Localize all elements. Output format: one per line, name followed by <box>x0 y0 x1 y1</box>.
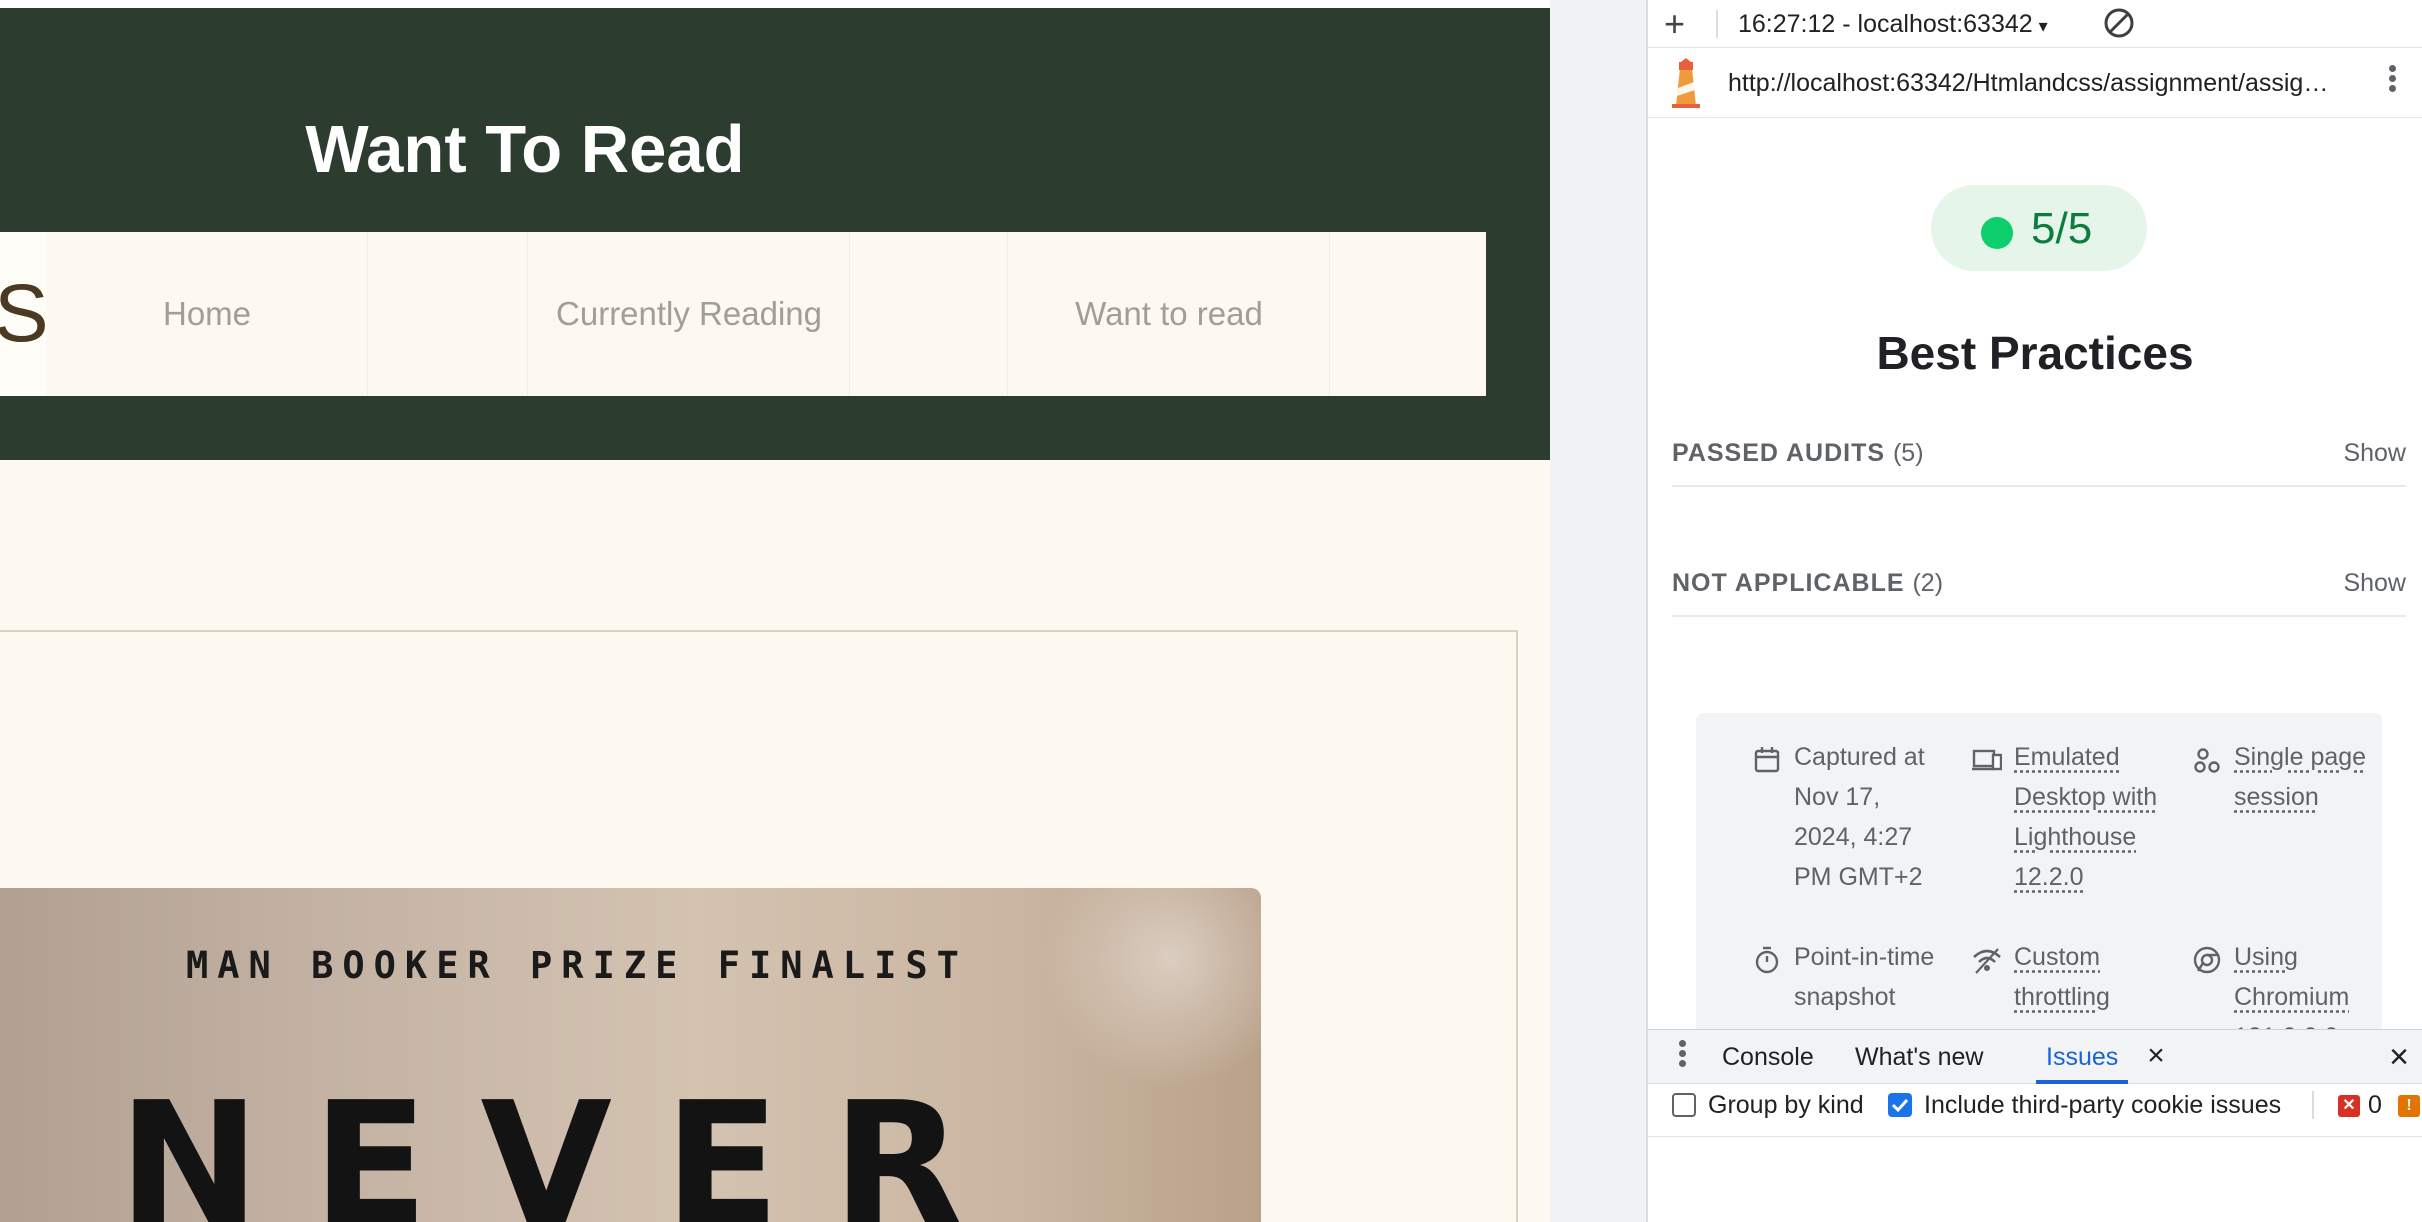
nav-cell <box>368 232 528 396</box>
score-value: 5/5 <box>2031 204 2093 253</box>
third-party-cookie-checkbox[interactable] <box>1888 1093 1912 1117</box>
third-party-cookie-label: Include third-party cookie issues <box>1924 1091 2282 1119</box>
category-title: Best Practices <box>1876 327 2194 379</box>
lighthouse-url-bar: http://localhost:63342/Htmlandcss/assign… <box>1648 48 2422 118</box>
viewport-gutter <box>1550 0 1647 1222</box>
issues-toolbar: Group by kind Include third-party cookie… <box>1648 1085 2422 1135</box>
nav-link-currently-reading[interactable]: Currently Reading <box>528 232 850 396</box>
book-cover-title: NEVER <box>118 1066 1016 1222</box>
website-viewport: Want To Read S Home Currently Reading Wa… <box>0 0 1550 1222</box>
toolbar-divider <box>1716 10 1718 38</box>
nav-cell <box>850 232 1008 396</box>
nav-link-home[interactable]: Home <box>46 232 368 396</box>
audit-group-label: PASSED AUDITS (5) <box>1672 437 1924 469</box>
close-drawer-icon[interactable]: × <box>2384 1040 2414 1074</box>
book-cover-image[interactable]: MAN BOOKER PRIZE FINALIST NEVER <box>0 888 1261 1222</box>
devices-icon <box>1972 749 2002 771</box>
timer-icon <box>1755 946 1779 974</box>
site-title: Want To Read <box>305 112 745 187</box>
env-captured-text: Captured at Nov 17, 2024, 4:27 PM GMT+2 <box>1794 743 1925 891</box>
group-by-kind-checkbox[interactable] <box>1672 1093 1696 1117</box>
viewport-top-strip <box>0 0 1550 8</box>
devtools-panel: + 16:27:12 - localhost:63342 ▾ http://loc… <box>1648 0 2422 1222</box>
lighthouse-icon <box>1672 58 1700 108</box>
book-cover-tagline: MAN BOOKER PRIZE FINALIST <box>186 944 968 987</box>
report-selector-label: 16:27:12 - localhost:63342 <box>1738 10 2033 38</box>
nav-logo-fragment: S <box>0 232 46 396</box>
pass-dot-icon <box>1981 217 2013 249</box>
warning-icon: ! <box>2398 1095 2420 1117</box>
drawer-tabbar: Console What's new Issues × × <box>1648 1030 2422 1084</box>
devtools-drawer: Console What's new Issues × × Group by k… <box>1648 1029 2422 1222</box>
show-passed-button[interactable]: Show <box>2343 437 2406 469</box>
audit-group-passed[interactable]: PASSED AUDITS (5) Show <box>1672 423 2406 487</box>
score-gauge: 5/5 <box>1931 185 2147 271</box>
audit-group-label: NOT APPLICABLE (2) <box>1672 567 1943 599</box>
audit-group-count: (2) <box>1912 569 1944 597</box>
issues-divider <box>1648 1136 2422 1137</box>
caret-down-icon: ▾ <box>2038 16 2048 36</box>
drawer-menu-icon[interactable] <box>1674 1037 1690 1079</box>
chrome-icon <box>2193 946 2221 974</box>
plus-icon[interactable]: + <box>1664 4 1685 44</box>
tab-console[interactable]: Console <box>1722 1030 1814 1084</box>
audit-group-title: PASSED AUDITS <box>1672 439 1886 467</box>
audit-group-title: NOT APPLICABLE <box>1672 569 1905 597</box>
env-mode-text: Point-in-time snapshot <box>1794 943 1935 1011</box>
error-icon: ✕ <box>2338 1095 2360 1117</box>
people-icon <box>2194 748 2220 773</box>
runtime-settings: Captured at Nov 17, 2024, 4:27 PM GMT+2 … <box>1696 713 2384 1051</box>
lighthouse-report: 5/5 Best Practices PASSED AUDITS (5) Sho… <box>1648 119 2422 1051</box>
block-icon[interactable] <box>2102 6 2136 40</box>
env-throttling-link[interactable]: Custom throttling <box>2014 937 2164 1017</box>
lighthouse-toolbar: + 16:27:12 - localhost:63342 ▾ <box>1648 0 2422 48</box>
audit-group-count: (5) <box>1892 439 1924 467</box>
calendar-icon <box>1754 747 1780 773</box>
env-session-link[interactable]: Single page session <box>2234 737 2384 817</box>
env-device-link[interactable]: Emulated Desktop with Lighthouse 12.2.0 <box>2014 737 2164 897</box>
site-nav: S Home Currently Reading Want to read <box>0 232 1486 396</box>
tab-whats-new[interactable]: What's new <box>1855 1030 1983 1084</box>
tab-issues[interactable]: Issues <box>2036 1030 2129 1084</box>
close-tab-icon[interactable]: × <box>2141 1041 2171 1071</box>
audit-group-not-applicable[interactable]: NOT APPLICABLE (2) Show <box>1672 553 2406 617</box>
signal-icon <box>1973 948 2001 974</box>
show-not-applicable-button[interactable]: Show <box>2343 567 2406 599</box>
audited-url: http://localhost:63342/Htmlandcss/assign… <box>1728 69 2338 97</box>
group-by-kind-label: Group by kind <box>1708 1091 1864 1119</box>
toolbar-divider <box>2312 1091 2314 1119</box>
report-selector[interactable]: 16:27:12 - localhost:63342 ▾ <box>1738 8 2048 42</box>
error-count: 0 <box>2368 1091 2382 1119</box>
more-options-icon[interactable] <box>2384 62 2400 104</box>
nav-link-want-to-read[interactable]: Want to read <box>1008 232 1330 396</box>
